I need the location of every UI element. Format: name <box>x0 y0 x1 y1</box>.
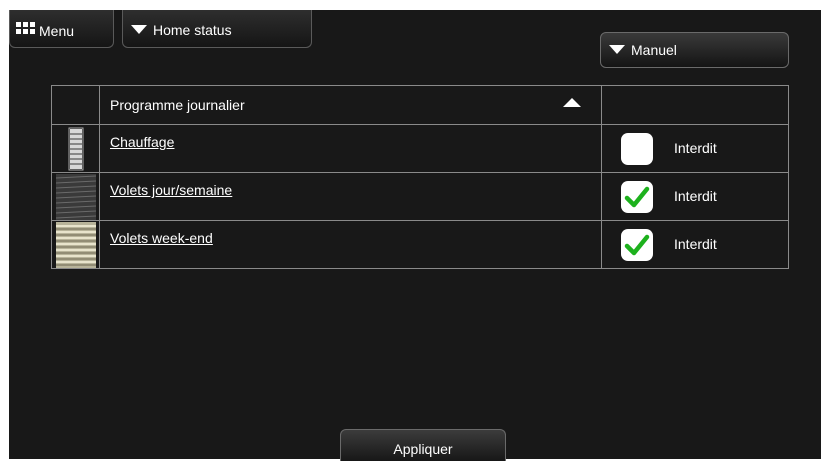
grid-menu-icon <box>16 22 35 35</box>
permission-checkbox[interactable] <box>621 181 653 213</box>
row-state-cell: Interdit <box>601 172 789 221</box>
program-table: Programme journalier Chauffage Interdit … <box>51 85 789 269</box>
header-icon-cell <box>51 85 100 125</box>
row-icon-cell <box>51 124 100 173</box>
table-row: Volets week-end Interdit <box>51 220 789 269</box>
table-header-row: Programme journalier <box>51 85 789 125</box>
home-status-dropdown[interactable]: Home status <box>122 10 312 48</box>
home-status-label: Home status <box>153 22 232 38</box>
checkmark-icon <box>624 186 650 208</box>
state-label: Interdit <box>674 236 717 252</box>
mode-label: Manuel <box>631 42 677 58</box>
blinds-dark-icon <box>55 173 96 220</box>
screen: Menu Home status Manuel Programme journa… <box>9 10 821 461</box>
permission-checkbox[interactable] <box>621 229 653 261</box>
radiator-icon <box>68 127 83 170</box>
row-icon-cell <box>51 172 100 221</box>
column-header-label: Programme journalier <box>110 97 245 113</box>
apply-label: Appliquer <box>393 441 453 457</box>
row-name-cell: Volets week-end <box>99 220 602 269</box>
state-label: Interdit <box>674 188 717 204</box>
mode-dropdown[interactable]: Manuel <box>600 32 789 68</box>
sort-ascending-icon[interactable] <box>563 98 581 107</box>
chevron-down-icon <box>609 45 625 54</box>
sort-column-header[interactable]: Programme journalier <box>99 85 602 125</box>
row-name-cell: Volets jour/semaine <box>99 172 602 221</box>
checkmark-icon <box>624 234 650 256</box>
row-state-cell: Interdit <box>601 124 789 173</box>
row-name-link[interactable]: Volets week-end <box>110 230 213 246</box>
table-row: Chauffage Interdit <box>51 124 789 173</box>
header-state-cell <box>601 85 789 125</box>
apply-button[interactable]: Appliquer <box>340 429 506 461</box>
menu-button[interactable]: Menu <box>9 10 114 48</box>
chevron-down-icon <box>131 25 147 34</box>
table-row: Volets jour/semaine Interdit <box>51 172 789 221</box>
permission-checkbox[interactable] <box>621 133 653 165</box>
row-icon-cell <box>51 220 100 269</box>
row-name-cell: Chauffage <box>99 124 602 173</box>
blinds-light-icon <box>55 221 96 268</box>
state-label: Interdit <box>674 140 717 156</box>
menu-label: Menu <box>39 23 75 39</box>
row-name-link[interactable]: Volets jour/semaine <box>110 182 232 198</box>
row-name-link[interactable]: Chauffage <box>110 134 174 150</box>
row-state-cell: Interdit <box>601 220 789 269</box>
